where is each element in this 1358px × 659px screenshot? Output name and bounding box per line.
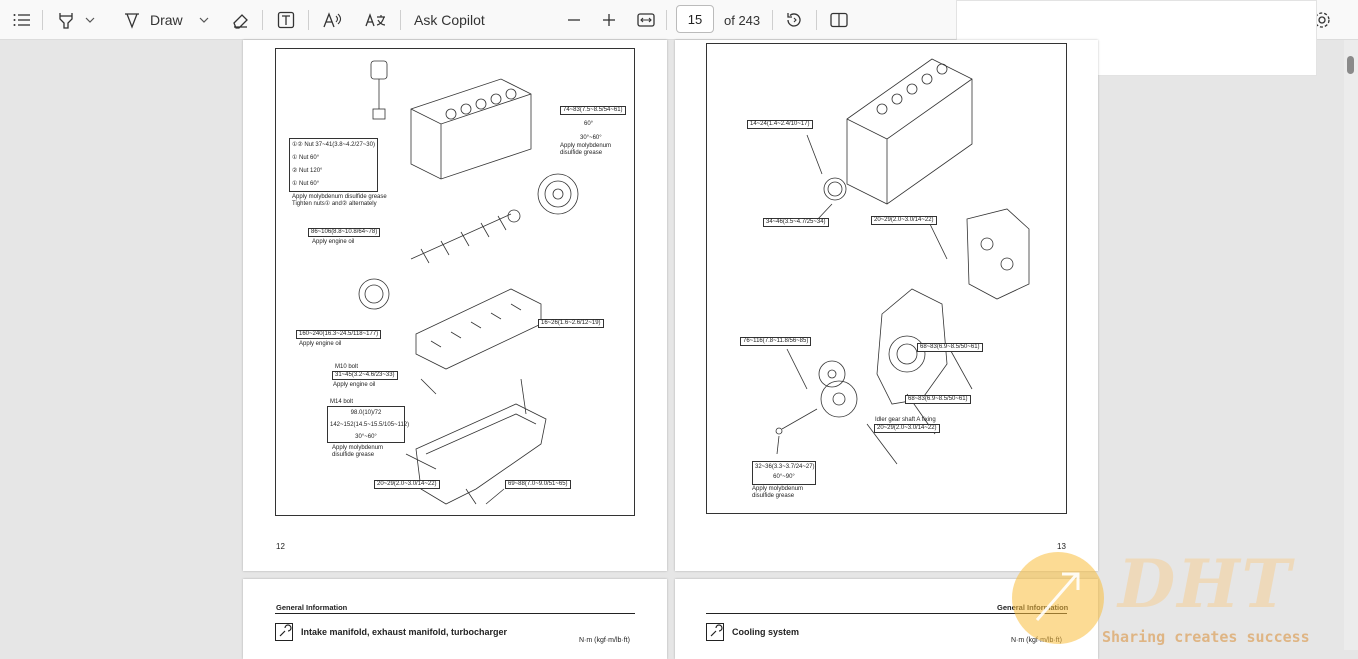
note-label: Apply molybdenum	[752, 486, 804, 492]
note-label: Apply molybdenum disulfide grease	[292, 194, 387, 200]
torque-label: 68~83(6.9~8.5/50~61)	[917, 343, 983, 352]
note-label: Apply molybdenum	[560, 143, 612, 149]
draw-button[interactable]: Draw	[150, 6, 190, 34]
pdf-page-13: 14~24(1.4~2.4/10~17) 34~46(3.5~4.7/25~34…	[675, 40, 1098, 571]
torque-label: 98.0(10)/72	[350, 410, 382, 416]
watermark-logo-circle-icon	[1012, 552, 1104, 644]
page-total: of 243	[724, 12, 761, 28]
note-label: M14 bolt	[330, 399, 354, 405]
contents-list-icon[interactable]	[10, 6, 34, 34]
angle-label: 30°~60°	[580, 135, 602, 141]
torque-label: 14~24(1.4~2.4/10~17)	[747, 120, 813, 129]
page-view-icon[interactable]	[827, 6, 851, 34]
torque-label: 31~45(3.2~4.6/23~33)	[332, 371, 398, 380]
divider	[275, 613, 635, 614]
pdf-page-12: 74~83(7.5~8.5/54~61) 60° 30°~60° Apply m…	[243, 40, 667, 571]
note-label: Apply engine oil	[312, 239, 355, 245]
diagram-frame: 14~24(1.4~2.4/10~17) 34~46(3.5~4.7/25~34…	[706, 43, 1067, 514]
translate-icon[interactable]	[364, 6, 388, 34]
torque-label: 76~116(7.8~11.8/56~85)	[740, 337, 812, 346]
note-label: disulfide grease	[332, 452, 375, 458]
pdf-page-14: General Information Intake manifold, exh…	[243, 579, 667, 659]
chevron-down-icon[interactable]	[196, 6, 212, 34]
chevron-down-icon[interactable]	[82, 6, 98, 34]
torque-label: 69~88(7.0~9.0/51~65)	[505, 480, 571, 489]
m14-torque-box: 98.0(10)/72 142~152(14.5~15.5/105~112) 3…	[327, 406, 410, 443]
torque-label: 86~106(8.8~10.8/64~78)	[308, 228, 381, 237]
fit-to-width-icon[interactable]	[634, 6, 658, 34]
wrench-icon	[706, 623, 724, 641]
torque-label: 20~29(2.0~3.0/14~22)	[874, 424, 940, 433]
diagram-frame: 74~83(7.5~8.5/54~61) 60° 30°~60° Apply m…	[275, 48, 635, 516]
heading: Cooling system	[706, 623, 799, 641]
rotate-icon[interactable]	[782, 6, 806, 34]
torque-label: 16~26(1.6~2.6/12~19)	[538, 319, 604, 328]
draw-icon[interactable]	[120, 6, 144, 34]
scrollbar-thumb[interactable]	[1347, 56, 1354, 74]
page-number: 13	[1057, 542, 1066, 551]
torque-label: 20~29(2.0~3.0/14~22)	[374, 480, 440, 489]
zoom-out-icon[interactable]	[562, 6, 586, 34]
ask-copilot-button[interactable]: Ask Copilot	[414, 6, 494, 34]
wrench-icon	[275, 623, 293, 641]
torque-label: 142~152(14.5~15.5/105~112)	[330, 422, 410, 428]
nut-label: ② Nut 120°	[292, 168, 323, 174]
read-aloud-icon[interactable]	[320, 6, 344, 34]
page-number-input[interactable]: 15	[676, 5, 714, 33]
text-box-icon[interactable]	[274, 6, 298, 34]
section-title: General Information	[276, 603, 348, 612]
nut-label: ①② Nut 37~41(3.8~4.2/27~30)	[292, 142, 375, 148]
torque-box: 32~36(3.3~3.7/24~27) 60°~90°	[752, 461, 816, 485]
unit-label: N·m (kgf·m/lb·ft)	[579, 637, 630, 644]
torque-label: 20~29(2.0~3.0/14~22)	[871, 216, 937, 225]
nut-label: ① Nut 60°	[292, 181, 320, 187]
note-label: disulfide grease	[560, 150, 603, 156]
torque-label: 68~83(6.9~8.5/50~61)	[905, 395, 971, 404]
heading-text: Intake manifold, exhaust manifold, turbo…	[301, 627, 508, 637]
watermark-logo: DHT	[1118, 545, 1293, 623]
torque-label: 34~46(3.5~4.7/25~34)	[763, 218, 829, 227]
note-label: M10 bolt	[335, 364, 359, 370]
vertical-scrollbar[interactable]	[1344, 40, 1358, 650]
note-label: Apply engine oil	[333, 382, 376, 388]
note-label: Apply molybdenum	[332, 445, 384, 451]
note-label: Apply engine oil	[299, 341, 342, 347]
note-label: Idler gear shaft A fixing	[875, 417, 936, 423]
torque-label: 74~83(7.5~8.5/54~61)	[560, 106, 626, 115]
angle-label: 60°~90°	[773, 474, 795, 480]
torque-label: 32~36(3.3~3.7/24~27)	[755, 464, 815, 470]
heading-text: Cooling system	[732, 627, 800, 637]
engine-timing-diagram	[775, 58, 1030, 465]
zoom-in-icon[interactable]	[597, 6, 621, 34]
highlight-icon[interactable]	[54, 6, 78, 34]
nut-torque-box: ①② Nut 37~41(3.8~4.2/27~30) ① Nut 60° ② …	[289, 138, 378, 192]
torque-label: 160~240(16.3~24.5/118~177)	[296, 330, 382, 339]
engine-block-diagram	[358, 60, 579, 505]
eraser-icon[interactable]	[228, 6, 252, 34]
nut-label: ① Nut 60°	[292, 155, 320, 161]
page-number: 12	[276, 542, 285, 551]
note-label: Tighten nuts① and② alternately	[292, 201, 377, 207]
note-label: disulfide grease	[752, 493, 795, 499]
angle-label: 30°~60°	[355, 434, 377, 440]
angle-label: 60°	[584, 121, 594, 127]
watermark-slogan: Sharing creates success	[1102, 628, 1310, 646]
heading: Intake manifold, exhaust manifold, turbo…	[275, 623, 507, 641]
